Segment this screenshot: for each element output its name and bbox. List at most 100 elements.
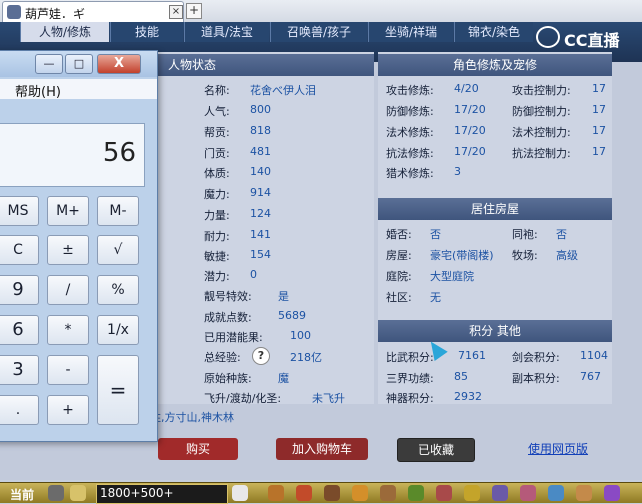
guild-icon[interactable] [380,485,396,501]
skill-icon[interactable] [296,485,312,501]
practice-label: 攻击修炼: [386,82,434,98]
key-divide[interactable]: / [47,275,89,305]
status-value: 154 [250,248,271,261]
status-value: 未飞升 [312,390,345,406]
favorited-button[interactable]: 已收藏 [397,438,475,462]
cc-logo-text: CC直播 [564,27,620,51]
status-value: 124 [250,207,271,220]
practice-value: 17/20 [454,103,486,116]
tab-outfits[interactable]: 锦衣/染色 [454,22,533,42]
trade-icon[interactable] [436,485,452,501]
system-icon[interactable] [464,485,480,501]
key-reciprocal[interactable]: 1/x [97,315,139,345]
key-m-plus[interactable]: M+ [47,196,89,226]
tab-mounts[interactable]: 坐骑/祥瑞 [368,22,453,42]
key-negate[interactable]: ± [47,235,89,265]
status-label: 原始种族: [204,370,252,386]
house-value: 否 [430,226,441,242]
status-label: 成就点数: [204,309,252,325]
points-label: 比武积分: [386,349,434,365]
new-tab-button[interactable]: + [186,3,202,19]
key-ms[interactable]: MS [0,196,39,226]
points-label: 副本积分: [512,370,560,386]
settings-icon[interactable] [604,485,620,501]
use-web-version-link[interactable]: 使用网页版 [528,440,588,457]
house-value: 否 [556,226,567,242]
bag-icon[interactable] [268,485,284,501]
microphone-icon[interactable] [48,485,64,501]
status-label: 飞升/渡劫/化圣: [204,390,281,406]
tab-favicon-icon [7,5,21,19]
control-label: 攻击控制力: [512,82,571,98]
status-label: 已用潜能果: [204,329,263,345]
status-value: 5689 [278,309,306,322]
status-value: 100 [290,329,311,342]
points-value: 7161 [458,349,486,362]
tab-close-icon[interactable]: × [169,5,183,19]
quest-icon[interactable] [324,485,340,501]
status-label: 门贡: [204,145,230,161]
tab-skills[interactable]: 技能 [110,22,183,42]
control-label: 防御控制力: [512,103,571,119]
control-label: 抗法控制力: [512,145,571,161]
key-6[interactable]: 6 [0,315,39,345]
pet-icon[interactable] [232,485,248,501]
status-label: 帮贡: [204,124,230,140]
status-value: 是 [278,288,289,304]
tab-character[interactable]: 人物/修炼 [20,22,109,42]
points-header: 积分 其他 [378,320,612,342]
key-minus[interactable]: - [47,355,89,385]
shop-icon[interactable] [576,485,592,501]
key-percent[interactable]: % [97,275,139,305]
key-decimal[interactable]: . [0,395,39,425]
status-label: 魔力: [204,186,230,202]
calculator-menu-bar: ) 帮助(H) [0,79,157,99]
add-to-cart-button[interactable]: 加入购物车 [276,438,368,460]
tab-summons[interactable]: 召唤兽/孩子 [270,22,367,42]
browser-tab[interactable]: 葫芦娃．ギ × [2,1,184,23]
close-button[interactable]: X [97,54,141,74]
rank-icon[interactable] [492,485,508,501]
calculator-titlebar[interactable]: — □ X [0,51,157,77]
key-m-minus[interactable]: M- [97,196,139,226]
display-value: 56 [103,138,136,168]
status-value: 魔 [278,370,289,386]
key-sqrt[interactable]: √ [97,235,139,265]
status-value: 481 [250,145,271,158]
practice-label: 猎术修炼: [386,165,434,181]
key-9[interactable]: 9 [0,275,39,305]
key-3[interactable]: 3 [0,355,39,385]
team-icon[interactable] [352,485,368,501]
status-value: 140 [250,165,271,178]
emoji-icon[interactable] [70,485,86,501]
key-plus[interactable]: + [47,395,89,425]
browser-tab-bar: 葫芦娃．ギ × + [0,0,642,23]
control-value: 17 [592,145,606,158]
house-value: 大型庭院 [430,268,474,284]
friends-icon[interactable] [408,485,424,501]
channel-label[interactable]: 当前 [10,486,34,503]
maximize-button[interactable]: □ [65,54,93,74]
status-value: 花舍べ伊人泪 [250,82,316,98]
status-value: 914 [250,186,271,199]
menu-item-help[interactable]: 帮助(H) [15,81,61,100]
key-clear[interactable]: C [0,235,39,265]
cc-logo-icon [536,26,560,48]
status-label: 人气: [204,103,230,119]
sect-footer: 胜,方寸山,神木林 [150,409,234,425]
practice-value: 17/20 [454,145,486,158]
tab-title: 葫芦娃．ギ [25,5,85,22]
key-multiply[interactable]: * [47,315,89,345]
status-label: 力量: [204,207,230,223]
status-label: 总经验: [204,349,241,365]
minimize-button[interactable]: — [35,54,63,74]
tab-items[interactable]: 道具/法宝 [184,22,269,42]
house-label: 同袍: [512,226,538,242]
help-icon[interactable]: ? [252,347,270,365]
status-label: 敏捷: [204,248,230,264]
map-icon[interactable] [548,485,564,501]
mail-icon[interactable] [520,485,536,501]
house-label: 社区: [386,289,412,305]
buy-button[interactable]: 购买 [158,438,238,460]
key-equals[interactable]: = [97,355,139,425]
